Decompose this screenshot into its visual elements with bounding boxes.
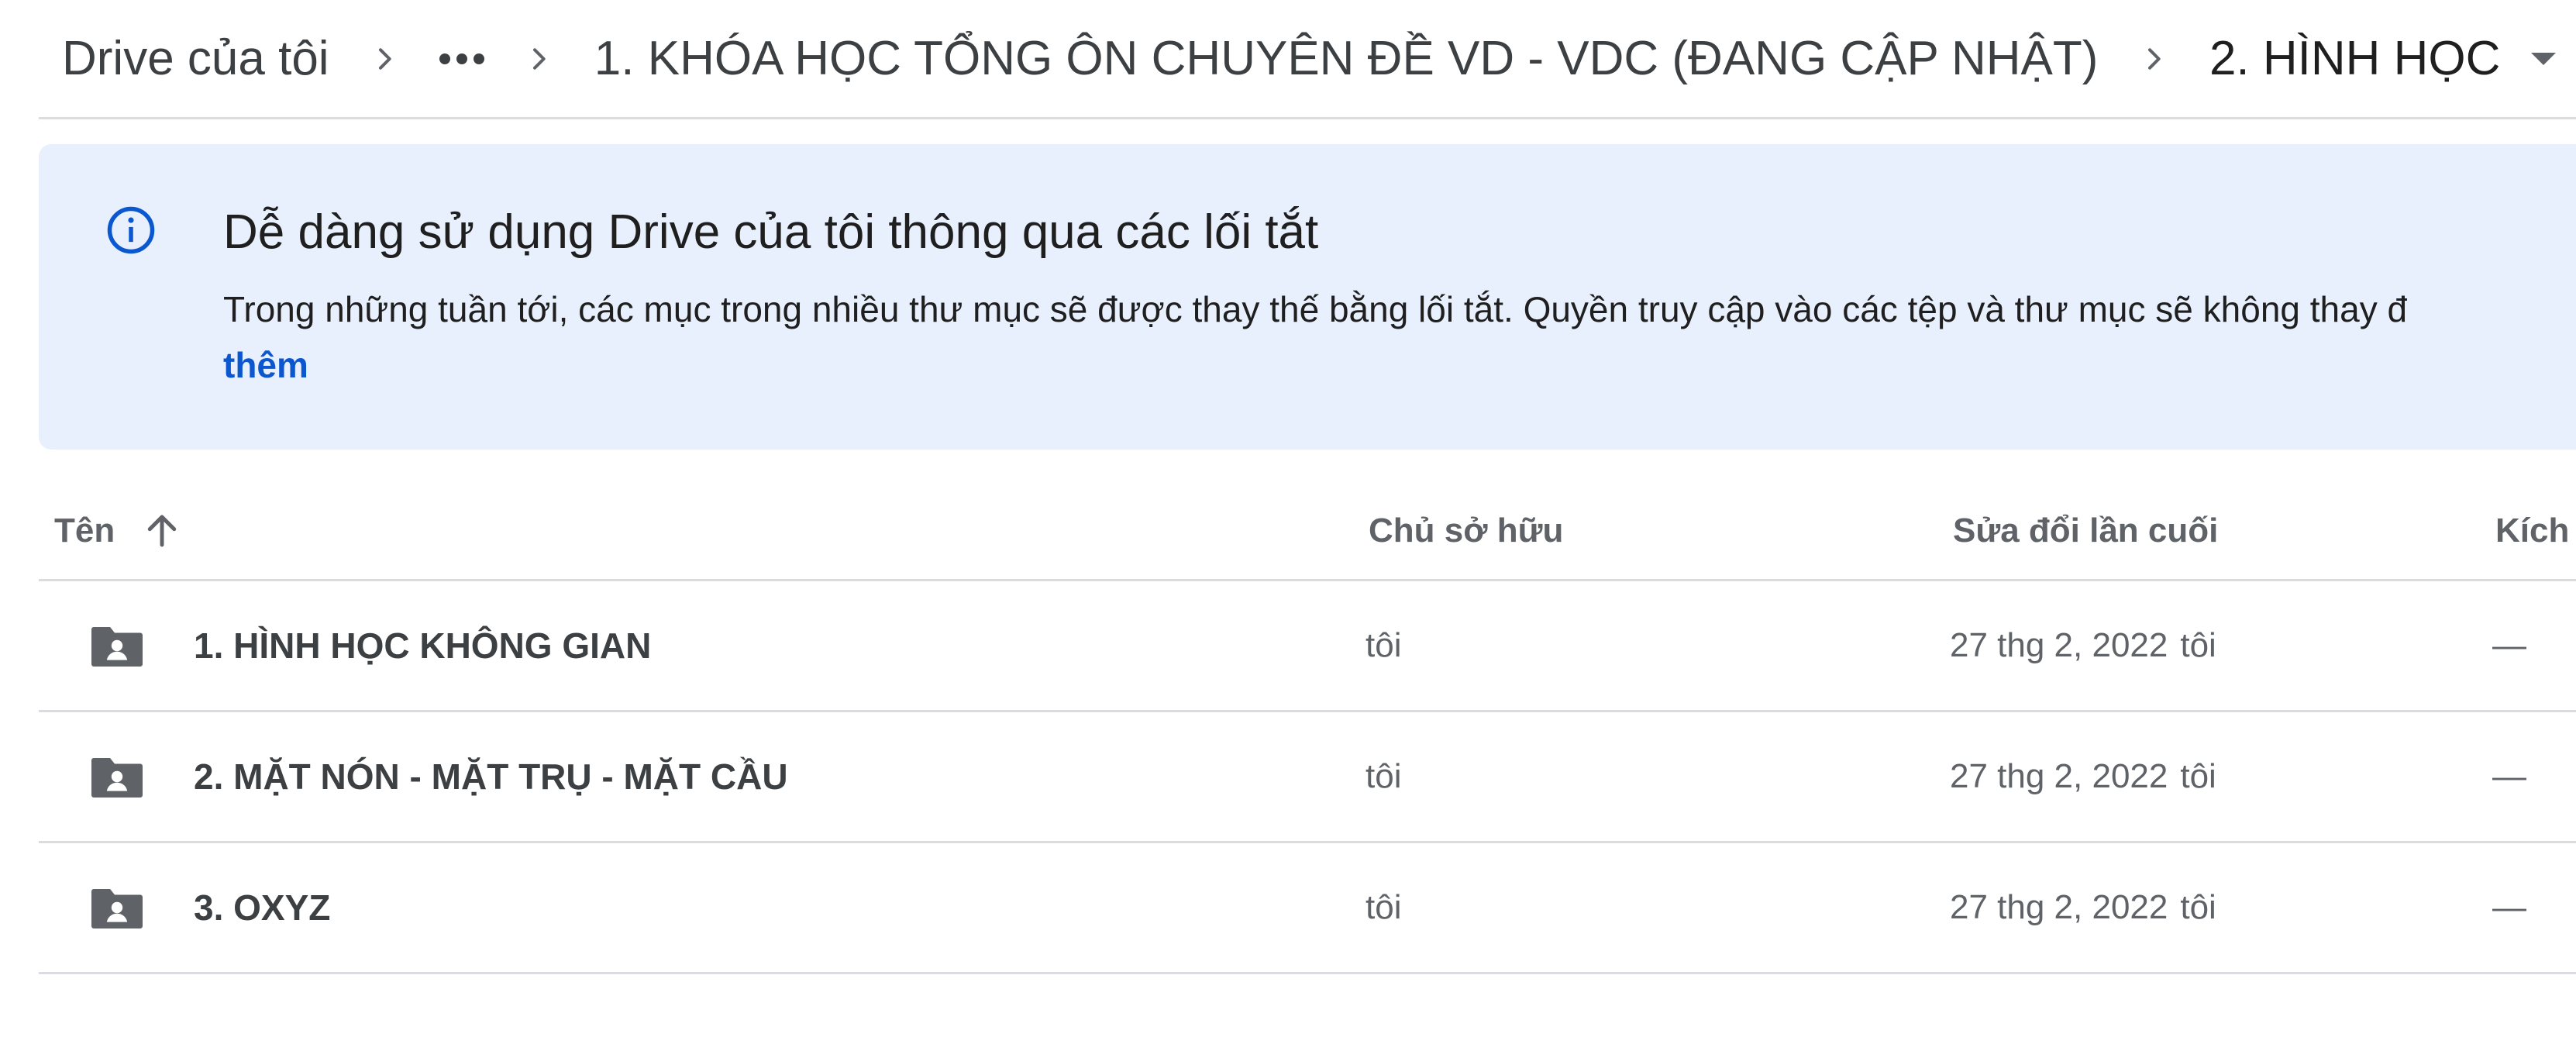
modified-by: tôi — [2180, 888, 2216, 926]
breadcrumb-more-button[interactable] — [417, 20, 506, 98]
shared-folder-icon — [88, 843, 146, 972]
column-header-name-label: Tên — [54, 512, 115, 550]
arrow-upward-icon[interactable] — [141, 510, 183, 552]
drive-page: Drive của tôi 1. KHÓA HỌC TỔNG ÔN CHUYÊN… — [0, 0, 2576, 1037]
file-name: 2. MẶT NÓN - MẶT TRỤ - MẶT CẦU — [194, 756, 788, 797]
banner-title: Dễ dàng sử dụng Drive của tôi thông qua … — [223, 205, 1319, 259]
chevron-right-icon — [353, 20, 418, 98]
chevron-right-icon — [506, 20, 571, 98]
table-row[interactable]: 3. OXYZ tôi 27 thg 2, 2022 tôi — — [39, 843, 2576, 974]
column-header-name[interactable]: Tên — [54, 481, 183, 581]
file-modified: 27 thg 2, 2022 tôi — [1950, 712, 2216, 841]
file-modified: 27 thg 2, 2022 tôi — [1950, 581, 2216, 710]
shared-folder-icon — [88, 712, 146, 841]
modified-by: tôi — [2180, 626, 2216, 664]
modified-date: 27 thg 2, 2022 — [1950, 626, 2168, 664]
column-header-modified[interactable]: Sửa đổi lần cuối — [1953, 481, 2218, 581]
column-header-size[interactable]: Kích t — [2495, 481, 2576, 581]
file-list: Tên Chủ sở hữu Sửa đổi lần cuối Kích t 1… — [39, 481, 2576, 974]
breadcrumb-root[interactable]: Drive của tôi — [39, 20, 353, 98]
modified-by: tôi — [2180, 757, 2216, 795]
modified-date: 27 thg 2, 2022 — [1950, 757, 2168, 795]
banner-learn-more-link[interactable]: thêm — [223, 338, 308, 392]
banner-text: Trong những tuần tới, các mục trong nhiề… — [223, 289, 2408, 329]
table-row[interactable]: 2. MẶT NÓN - MẶT TRỤ - MẶT CẦU tôi 27 th… — [39, 712, 2576, 843]
file-size: — — [2492, 757, 2526, 795]
file-owner: tôi — [1365, 757, 1402, 795]
file-owner: tôi — [1365, 626, 1402, 664]
file-modified: 27 thg 2, 2022 tôi — [1950, 843, 2216, 972]
chevron-right-icon — [2121, 20, 2186, 98]
more-horiz-icon — [439, 53, 484, 64]
file-name: 1. HÌNH HỌC KHÔNG GIAN — [194, 625, 652, 666]
table-row[interactable]: 1. HÌNH HỌC KHÔNG GIAN tôi 27 thg 2, 202… — [39, 581, 2576, 712]
folder-actions-dropdown[interactable] — [2511, 20, 2576, 98]
shared-folder-icon — [88, 581, 146, 710]
arrow-drop-down-icon — [2531, 52, 2557, 65]
modified-date: 27 thg 2, 2022 — [1950, 888, 2168, 926]
breadcrumb: Drive của tôi 1. KHÓA HỌC TỔNG ÔN CHUYÊN… — [39, 0, 2576, 119]
table-header: Tên Chủ sở hữu Sửa đổi lần cuối Kích t — [39, 481, 2576, 581]
breadcrumb-current[interactable]: 2. HÌNH HỌC — [2186, 20, 2511, 98]
file-size: — — [2492, 888, 2526, 926]
shortcuts-info-banner: Dễ dàng sử dụng Drive của tôi thông qua … — [39, 144, 2576, 450]
info-icon — [107, 206, 155, 254]
column-header-owner[interactable]: Chủ sở hữu — [1369, 481, 1563, 581]
file-size: — — [2492, 626, 2526, 664]
file-name: 3. OXYZ — [194, 887, 331, 928]
file-owner: tôi — [1365, 888, 1402, 926]
breadcrumb-parent[interactable]: 1. KHÓA HỌC TỔNG ÔN CHUYÊN ĐỀ VD - VDC (… — [571, 20, 2122, 98]
